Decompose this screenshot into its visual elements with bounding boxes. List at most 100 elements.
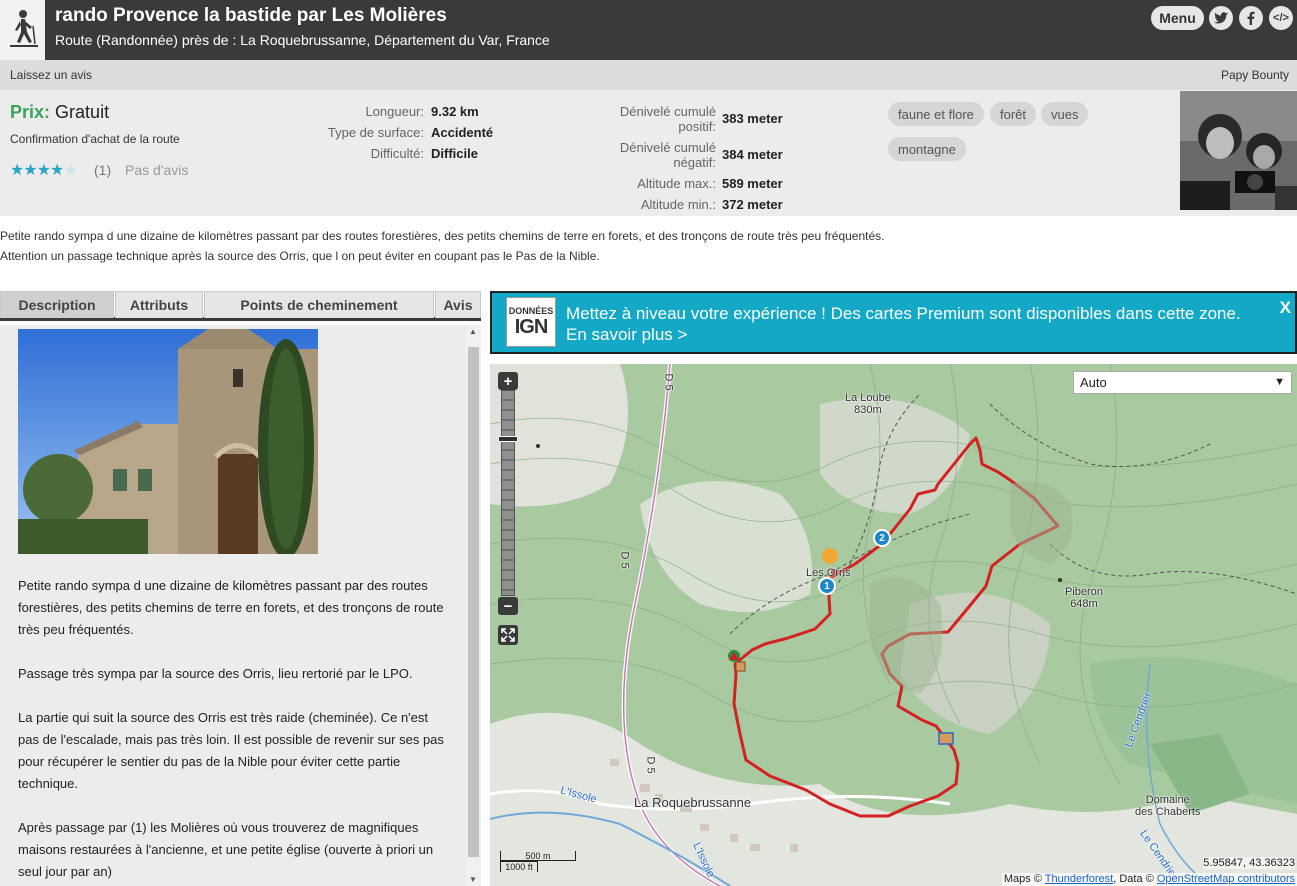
tag-mountain[interactable]: montagne	[888, 137, 966, 161]
close-icon[interactable]: X	[1280, 298, 1291, 318]
star-icon[interactable]: ★	[10, 162, 24, 179]
zoom-out-button[interactable]: −	[498, 597, 518, 615]
map-layer-select[interactable]: Auto ▼	[1073, 371, 1292, 394]
star-icon[interactable]: ★	[63, 162, 77, 179]
tag-fauna-flora[interactable]: faune et flore	[888, 102, 984, 126]
description-line: pas de l'escalade, mais pas très loin. I…	[18, 732, 444, 747]
scale-imperial: 1000 ft	[500, 861, 538, 872]
star-icon[interactable]: ★	[50, 162, 64, 179]
tag-views[interactable]: vues	[1041, 102, 1089, 126]
surface-label: Type de surface:	[327, 125, 424, 140]
zoom-in-button[interactable]: +	[498, 372, 518, 390]
review-bar: Laissez un avis Papy Bounty	[0, 60, 1297, 90]
map-scale: 500 m 1000 ft	[500, 851, 576, 872]
price-value: Gratuit	[55, 102, 110, 122]
rating-stars[interactable]: ★★★★★	[10, 160, 78, 180]
elevation-loss-label-line2: négatif:	[673, 155, 716, 170]
scroll-thumb[interactable]	[468, 347, 479, 857]
tab-waypoints[interactable]: Points de cheminement	[204, 291, 434, 318]
scroll-down-icon[interactable]: ▼	[469, 875, 477, 884]
zoom-slider[interactable]: + −	[498, 372, 518, 616]
description-scrollbar[interactable]: ▲ ▼	[466, 325, 481, 886]
elevation-loss-value: 384 meter	[722, 147, 783, 162]
map-label-loube-alt: 830m	[854, 404, 882, 416]
map-label-roquebrussanne: La Roquebrussanne	[634, 795, 752, 810]
embed-code-icon[interactable]: </>	[1269, 6, 1293, 30]
elevation-gain-value: 383 meter	[722, 111, 783, 126]
difficulty-label: Difficulté:	[370, 146, 424, 161]
map-layer-select-value: Auto	[1080, 375, 1107, 390]
map-coordinates: 5.95847, 43.36323	[1203, 857, 1295, 869]
map-label-road-d5: D 5	[662, 373, 675, 391]
elevation-loss-label-line1: Dénivelé cumulé	[619, 140, 716, 155]
description-line: forestières, des petits chemins de terre…	[18, 600, 444, 615]
twitter-icon[interactable]	[1209, 6, 1233, 30]
church-photo[interactable]	[18, 329, 318, 554]
surface-value: Accidenté	[431, 125, 494, 140]
leave-review-link[interactable]: Laissez un avis	[10, 68, 92, 82]
facebook-icon[interactable]	[1239, 6, 1263, 30]
ign-logo: DONNÉES IGN	[506, 297, 556, 347]
altitude-min-label: Altitude min.:	[640, 197, 716, 212]
description-line: seul jour par an)	[18, 864, 112, 879]
ign-banner-text[interactable]: Mettez à niveau votre expérience ! Des c…	[566, 303, 1256, 345]
price: Prix: Gratuit	[10, 102, 109, 123]
tab-description[interactable]: Description	[0, 291, 114, 318]
author-photo[interactable]	[1180, 91, 1297, 210]
description-paragraph-1: Petite rando sympa d une dizaine de kilo…	[18, 575, 448, 641]
map-label-road-d5: D 5	[644, 756, 657, 774]
elevation-gain-label-line2: positif:	[678, 119, 716, 134]
length-label: Longueur:	[365, 104, 424, 119]
summary-line-2: Attention un passage technique après la …	[0, 249, 600, 263]
altitude-max-label: Altitude max.:	[637, 176, 716, 191]
star-icon[interactable]: ★	[23, 162, 37, 179]
osm-link[interactable]: OpenStreetMap contributors	[1157, 873, 1295, 885]
hiker-logo-icon[interactable]	[0, 0, 45, 60]
page-title: rando Provence la bastide par Les Molièr…	[55, 5, 447, 26]
menu-button[interactable]: Menu	[1151, 6, 1204, 30]
chevron-down-icon: ▼	[1274, 376, 1285, 388]
map-label-piberon-alt: 648m	[1070, 598, 1098, 610]
waypoint-marker-1[interactable]: 1	[818, 577, 836, 595]
description-line: pour récupérer le sentier du pas de la N…	[18, 754, 401, 769]
tag-forest[interactable]: forêt	[990, 102, 1037, 126]
tab-attributes[interactable]: Attributs	[115, 291, 203, 318]
map-label-chaberts-line2: des Chaberts	[1135, 806, 1201, 818]
star-icon[interactable]: ★	[37, 162, 51, 179]
map-attribution: Maps © Thunderforest, Data © OpenStreetM…	[1001, 873, 1297, 886]
map-label-loube: La Loube 830m	[845, 392, 891, 416]
elevation-loss-label: Dénivelé cumulé négatif:	[620, 140, 716, 170]
scroll-up-icon[interactable]: ▲	[469, 327, 477, 336]
altitude-min-value: 372 meter	[722, 197, 783, 212]
fullscreen-icon[interactable]	[498, 625, 518, 645]
length-value: 9.32 km	[431, 104, 479, 119]
ign-logo-top: DONNÉES	[508, 305, 554, 316]
tab-bar: Description Attributs Points de cheminem…	[0, 291, 481, 321]
description-line: technique.	[18, 776, 78, 791]
map-label-road-d5: D 5	[618, 551, 631, 569]
page-subtitle: Route (Randonnée) près de : La Roquebrus…	[55, 32, 550, 48]
tab-reviews[interactable]: Avis	[435, 291, 481, 318]
author-link[interactable]: Papy Bounty	[1221, 68, 1289, 82]
zoom-track[interactable]	[501, 390, 515, 596]
waypoint-marker-2[interactable]: 2	[873, 529, 891, 547]
description-line: maisons restaurées à l'ancienne, et une …	[18, 842, 434, 857]
description-line: Après passage par (1) les Molières où vo…	[18, 820, 419, 835]
ign-premium-banner[interactable]: DONNÉES IGN Mettez à niveau votre expéri…	[490, 291, 1297, 354]
description-line: Passage très sympa par la source des Orr…	[18, 666, 413, 681]
route-info-panel: Prix: Gratuit Confirmation d'achat de la…	[0, 90, 1297, 216]
route-map[interactable]: La Loube 830m Piberon 648m Les Orris La …	[490, 364, 1297, 886]
description-panel: Petite rando sympa d une dizaine de kilo…	[0, 325, 481, 886]
map-label-chaberts-line1: Domaine	[1145, 794, 1190, 806]
attribution-mid: , Data ©	[1113, 873, 1154, 885]
thunderforest-link[interactable]: Thunderforest	[1045, 873, 1113, 885]
ign-logo-main: IGN	[514, 315, 549, 338]
zoom-handle[interactable]	[498, 436, 518, 442]
description-line: Petite rando sympa d une dizaine de kilo…	[18, 578, 428, 593]
difficulty-value: Difficile	[431, 146, 478, 161]
top-bar: rando Provence la bastide par Les Molièr…	[0, 0, 1297, 60]
elevation-gain-label: Dénivelé cumulé positif:	[620, 104, 716, 134]
price-label: Prix:	[10, 102, 51, 122]
altitude-max-value: 589 meter	[722, 176, 783, 191]
description-paragraph-3: La partie qui suit la source des Orris e…	[18, 707, 448, 795]
